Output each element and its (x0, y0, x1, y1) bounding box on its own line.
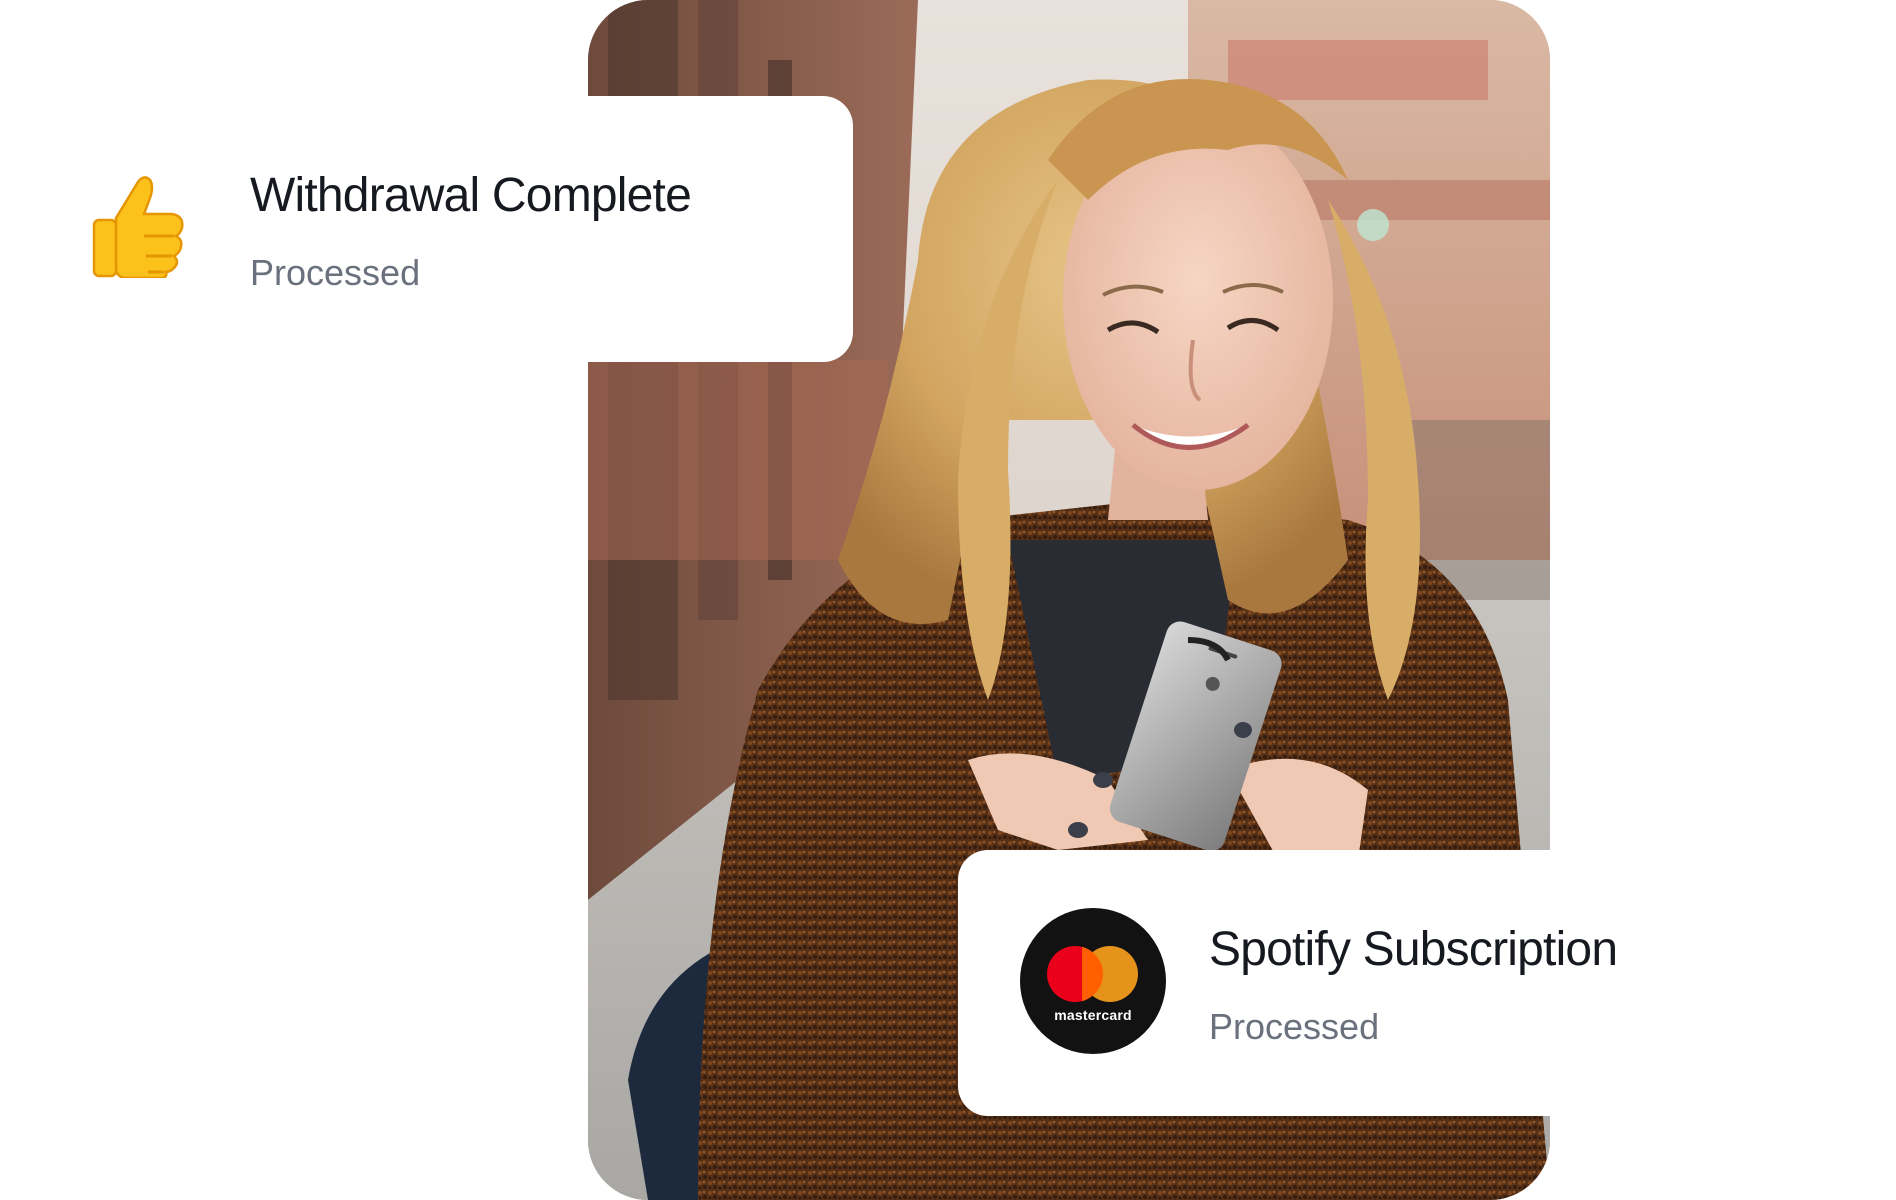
hero-collage: Withdrawal Complete Processed mastercard… (0, 0, 1896, 1200)
mastercard-wordmark: mastercard (1054, 1007, 1132, 1023)
notification-status: Processed (1209, 1006, 1380, 1047)
withdrawal-notification-card: Withdrawal Complete Processed (0, 96, 853, 362)
thumbs-up-icon (92, 176, 184, 278)
spotify-notification-card: mastercard Spotify Subscription Processe… (958, 850, 1896, 1116)
notification-status: Processed (250, 252, 421, 293)
mastercard-overlap (1082, 946, 1103, 1002)
mastercard-logo: mastercard (1020, 908, 1166, 1054)
notification-title: Withdrawal Complete (250, 169, 692, 222)
notification-title: Spotify Subscription (1209, 923, 1618, 976)
